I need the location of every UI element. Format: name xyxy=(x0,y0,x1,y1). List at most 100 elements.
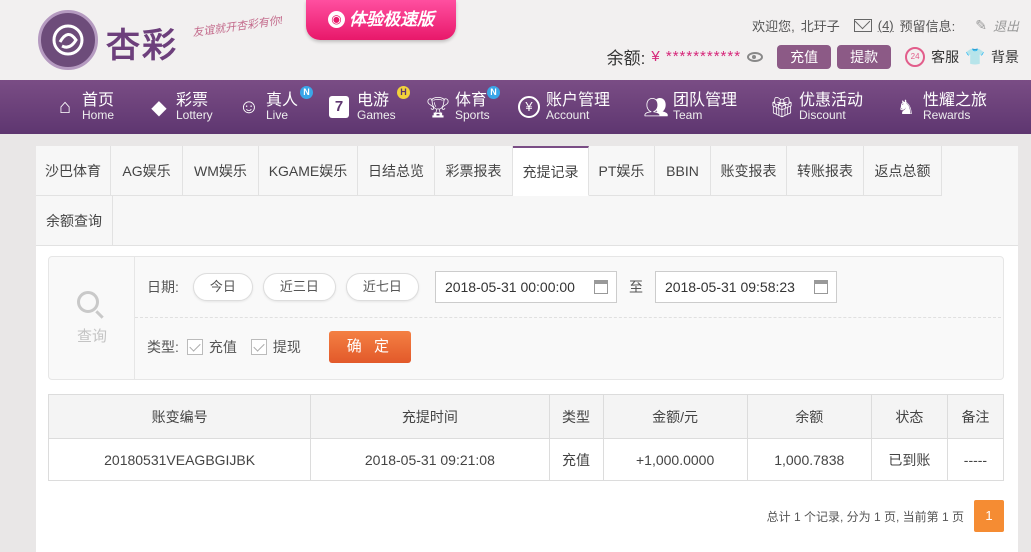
nav-rewards[interactable]: ♞ 性耀之旅 Rewards xyxy=(893,92,1003,123)
cell-id: 20180531VEAGBGIJBK xyxy=(47,438,312,481)
gift-icon: 🎁︎ xyxy=(769,96,795,119)
table-header-row: 账变编号 充提时间 类型 金额/元 余额 状态 备注 xyxy=(47,394,1005,439)
deposit-checkbox[interactable] xyxy=(186,339,203,355)
account-icon: ¥ xyxy=(518,96,540,118)
tab-balance-query[interactable]: 余额查询 xyxy=(36,196,113,246)
tab-ag[interactable]: AG娱乐 xyxy=(111,146,183,196)
date-label: 日期: xyxy=(147,279,179,295)
withdraw-checkbox[interactable] xyxy=(250,339,267,355)
shirt-icon[interactable]: 👕 xyxy=(965,47,985,67)
divider xyxy=(135,317,1001,318)
last-7-days-button[interactable]: 近七日 xyxy=(345,273,419,301)
tab-pt[interactable]: PT娱乐 xyxy=(589,146,655,196)
speed-version-button[interactable]: ◉ 体验极速版 xyxy=(306,0,456,40)
col-header: 金额/元 xyxy=(602,394,748,439)
confirm-button[interactable]: 确 定 xyxy=(328,331,411,363)
cell-status: 已到账 xyxy=(870,438,948,481)
withdraw-checkbox-label[interactable]: 提现 xyxy=(273,337,301,357)
nav-label: 彩票 xyxy=(176,91,209,109)
calendar-icon[interactable] xyxy=(813,280,828,294)
nav-account[interactable]: ¥ 账户管理 Account xyxy=(518,92,643,123)
nav-sublabel: Lottery xyxy=(176,108,213,123)
cell-amount: +1,000.0000 xyxy=(602,438,748,481)
tab-kgame[interactable]: KGAME娱乐 xyxy=(259,146,358,196)
tab-wm[interactable]: WM娱乐 xyxy=(183,146,259,196)
report-tabs: 沙巴体育 AG娱乐 WM娱乐 KGAME娱乐 日结总览 彩票报表 充提记录 PT… xyxy=(36,146,1018,246)
end-date-value: 2018-05-31 09:58:23 xyxy=(664,279,795,295)
to-label: 至 xyxy=(628,279,643,295)
cell-time: 2018-05-31 09:21:08 xyxy=(310,438,550,481)
nav-team[interactable]: 👥︎ 团队管理 Team xyxy=(643,92,769,123)
nav-label: 真人 xyxy=(266,91,299,109)
username: 北玗子 xyxy=(800,19,840,34)
col-header: 类型 xyxy=(548,394,604,439)
records-table: 账变编号 充提时间 类型 金额/元 余额 状态 备注 20180531VEAGB… xyxy=(47,394,1005,481)
page-1-button[interactable]: 1 xyxy=(974,500,1004,532)
nav-sublabel: Games xyxy=(357,108,396,123)
tab-transfer-report[interactable]: 转账报表 xyxy=(787,146,864,196)
tab-deposit-records[interactable]: 充提记录 xyxy=(513,146,589,196)
customer-service-link[interactable]: 客服 xyxy=(931,47,959,67)
nav-games[interactable]: 7 电游 Games H xyxy=(329,85,425,123)
col-header: 备注 xyxy=(946,394,1005,439)
nav-sublabel: Team xyxy=(673,108,703,123)
cell-type: 充值 xyxy=(548,438,604,481)
customer-service-icon[interactable]: 24 xyxy=(905,46,926,67)
lottery-icon: ◆ xyxy=(151,96,167,119)
welcome-text: 欢迎您, xyxy=(752,19,795,34)
mail-icon[interactable] xyxy=(853,19,872,32)
start-date-value: 2018-05-31 00:00:00 xyxy=(444,279,575,295)
logo-emblem[interactable] xyxy=(38,10,98,70)
type-row: 类型: 充值 提现 确 定 xyxy=(147,331,411,363)
query-side: 查询 xyxy=(49,257,135,379)
tab-saba-sports[interactable]: 沙巴体育 xyxy=(36,146,111,196)
message-count[interactable]: (4) xyxy=(878,18,894,33)
date-row: 日期: 今日 近三日 近七日 2018-05-31 00:00:00 至 201… xyxy=(147,271,837,303)
withdraw-button[interactable]: 提款 xyxy=(837,44,892,69)
nav-sublabel: Discount xyxy=(799,108,846,123)
promo-label: 体验极速版 xyxy=(349,10,434,29)
col-header: 账变编号 xyxy=(47,394,312,439)
nav-label: 首页 xyxy=(82,91,115,109)
top-header: 杏彩 友谊就开杏彩有你! ◉ 体验极速版 欢迎您, 北玗子 (4) 预留信息: ✎… xyxy=(0,0,1031,80)
cell-balance: 1,000.7838 xyxy=(746,438,872,481)
nav-live[interactable]: ☺ 真人 Live N xyxy=(236,85,329,123)
balance-bar: 余额: ¥ *********** 充值 提款 24 客服 👕 背景 xyxy=(607,44,1019,69)
tab-rebate-total[interactable]: 返点总额 xyxy=(864,146,942,196)
nav-label: 体育 xyxy=(455,91,488,109)
tab-bbin[interactable]: BBIN xyxy=(655,146,711,196)
tab-daily-overview[interactable]: 日结总览 xyxy=(358,146,435,196)
logo-slogan: 友谊就开杏彩有你! xyxy=(191,14,284,40)
last-3-days-button[interactable]: 近三日 xyxy=(262,273,336,301)
nav-sublabel: Account xyxy=(546,108,590,123)
logo-text[interactable]: 杏彩 xyxy=(106,18,178,67)
nav-discount[interactable]: 🎁︎ 优惠活动 Discount xyxy=(769,92,893,123)
trophy-icon: 🏆︎ xyxy=(425,96,451,119)
nav-sublabel: Live xyxy=(266,108,289,123)
calendar-icon[interactable] xyxy=(593,280,608,294)
nav-label: 团队管理 xyxy=(673,91,738,109)
tab-account-change[interactable]: 账变报表 xyxy=(711,146,787,196)
speed-icon: ◉ xyxy=(328,11,345,28)
deposit-button[interactable]: 充值 xyxy=(777,44,832,69)
start-date-input[interactable]: 2018-05-31 00:00:00 xyxy=(434,271,617,303)
notice-label[interactable]: 预留信息: xyxy=(900,16,956,35)
query-panel: 查询 日期: 今日 近三日 近七日 2018-05-31 00:00:00 至 … xyxy=(48,256,1004,380)
nav-sports[interactable]: 🏆︎ 体育 Sports N xyxy=(425,85,518,123)
table-row[interactable]: 20180531VEAGBGIJBK 2018-05-31 09:21:08 充… xyxy=(47,438,1005,481)
deposit-checkbox-label[interactable]: 充值 xyxy=(209,337,237,357)
background-link[interactable]: 背景 xyxy=(991,47,1019,67)
nav-home[interactable]: ⌂ 首页 Home xyxy=(52,92,146,123)
nav-label: 账户管理 xyxy=(546,91,611,109)
logout-link[interactable]: 退出 xyxy=(993,16,1019,35)
pagination: 总计 1 个记录, 分为 1 页, 当前第 1 页 1 xyxy=(767,500,1004,532)
today-button[interactable]: 今日 xyxy=(192,273,253,301)
nav-label: 性耀之旅 xyxy=(923,91,988,109)
user-info: 欢迎您, 北玗子 (4) 预留信息: ✎ 退出 xyxy=(752,16,1019,35)
end-date-input[interactable]: 2018-05-31 09:58:23 xyxy=(654,271,837,303)
nav-lottery[interactable]: ◆ 彩票 Lottery xyxy=(146,92,236,123)
col-header: 充提时间 xyxy=(310,394,550,439)
games-icon: 7 xyxy=(329,96,349,118)
tab-lottery-report[interactable]: 彩票报表 xyxy=(435,146,513,196)
eye-icon[interactable] xyxy=(747,51,764,62)
